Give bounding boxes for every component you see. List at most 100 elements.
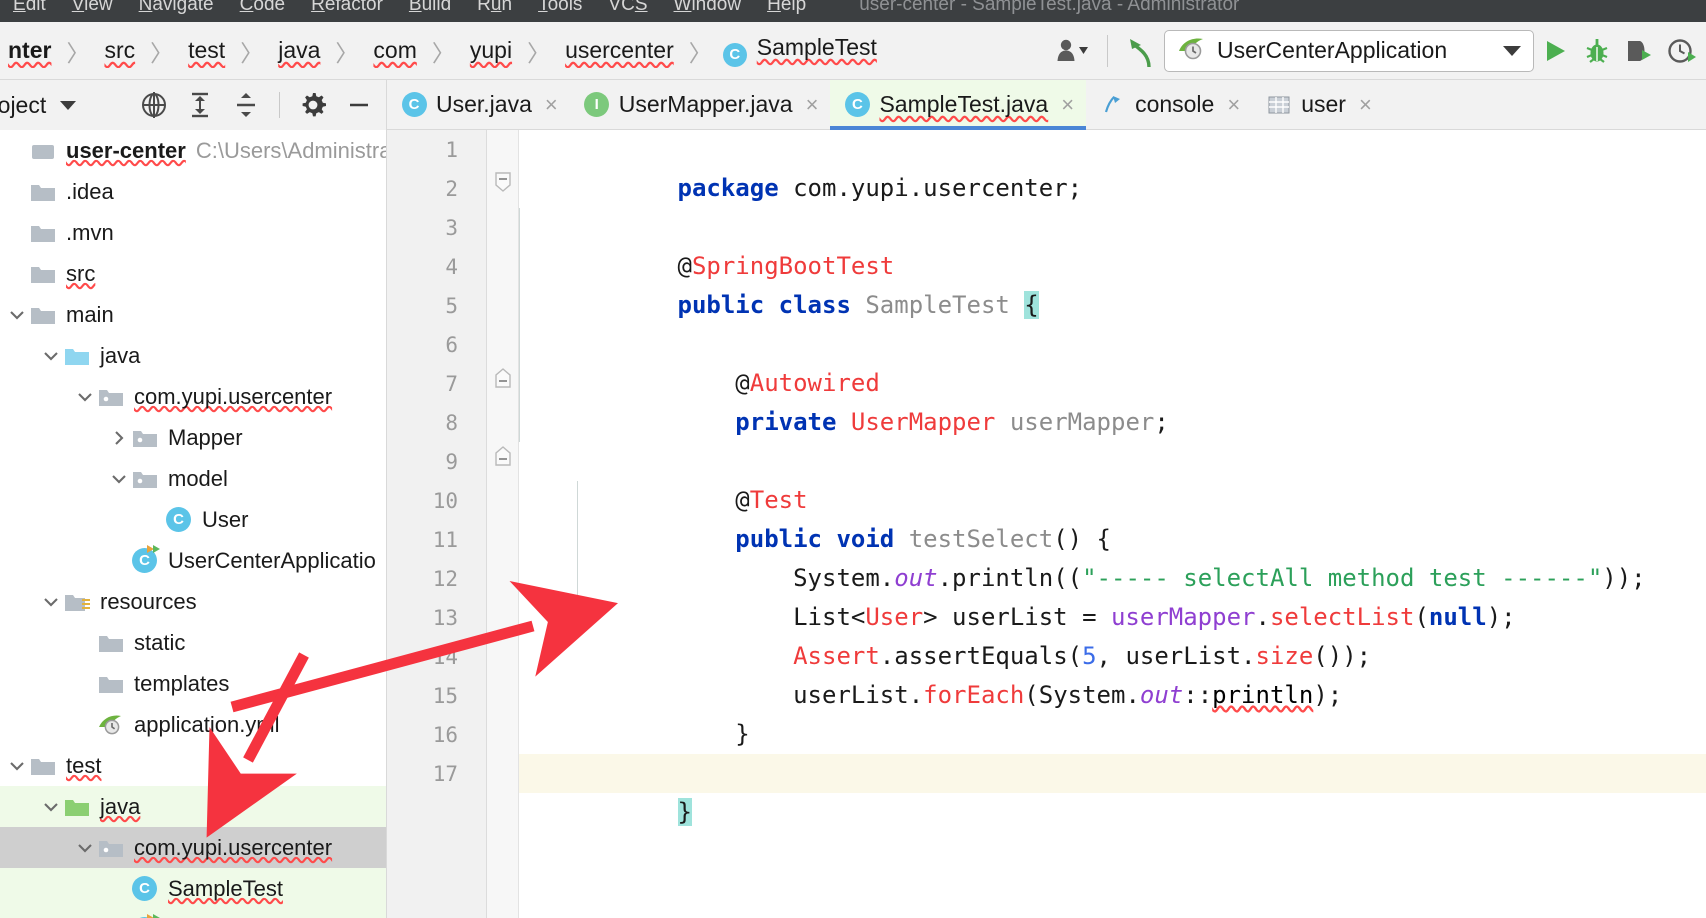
tree-node-src[interactable]: src (0, 253, 386, 294)
tree-node-java[interactable]: java (0, 786, 386, 827)
tree-node-test[interactable]: test (0, 745, 386, 786)
editor-tab-bar[interactable]: C User.java × I UserMapper.java × C SampleTest.… (386, 80, 1706, 130)
package-icon (98, 384, 126, 410)
run-triangle-icon[interactable] (1534, 30, 1576, 72)
menu-view[interactable]: View (59, 0, 126, 22)
code-line-9[interactable]: @Test (533, 442, 807, 514)
tree-node-application-yml[interactable]: application.yml (0, 704, 386, 745)
locate-target-icon[interactable] (133, 84, 175, 126)
settings-gear-icon[interactable] (292, 84, 334, 126)
tree-node--idea[interactable]: .idea (0, 171, 386, 212)
chevron-down-icon[interactable] (38, 794, 64, 820)
tree-node-com-yupi-usercenter[interactable]: com.yupi.usercenter (0, 376, 386, 417)
code-line-12[interactable]: List<User> userList = userMapper.selectL… (533, 559, 1516, 631)
close-icon[interactable]: × (1057, 93, 1074, 116)
editor-tab-console[interactable]: console × (1086, 80, 1252, 129)
project-tool-title[interactable]: roject (0, 92, 46, 119)
line-number: 15 (432, 684, 458, 708)
code-line-6[interactable]: @Autowired (533, 325, 880, 397)
tree-node-usercenterapplicatio[interactable]: CUserCenterApplicatio (0, 909, 386, 918)
chevron-down-icon[interactable] (72, 384, 98, 410)
breadcrumb-item-com[interactable]: com (365, 37, 424, 64)
tree-node-model[interactable]: model (0, 458, 386, 499)
tree-node-static[interactable]: static (0, 622, 386, 663)
code-editor[interactable]: 1 2 3 4 5 6 7 8 9 10 11 12 13 14 15 16 17 (386, 130, 1706, 918)
breadcrumb-item-src[interactable]: src (96, 37, 143, 64)
breadcrumb-item-yupi[interactable]: yupi (462, 37, 520, 64)
hide-minus-icon[interactable] (338, 84, 380, 126)
code-line-3[interactable]: @SpringBootTest (533, 208, 895, 280)
breadcrumb-item-java[interactable]: java (270, 37, 328, 64)
tree-node-sampletest[interactable]: C SampleTest (0, 868, 386, 909)
chevron-down-icon[interactable] (4, 753, 30, 779)
code-content[interactable]: package com.yupi.usercenter; @SpringBoot… (519, 130, 1706, 918)
run-with-coverage-icon[interactable] (1618, 30, 1660, 72)
menu-code[interactable]: Code (227, 0, 298, 22)
code-line-7[interactable]: private UserMapper userMapper; (533, 364, 1169, 436)
close-icon[interactable]: × (802, 93, 819, 116)
code-line-4[interactable]: public class SampleTest { (533, 247, 1039, 319)
chevron-down-icon[interactable] (106, 466, 132, 492)
tree-node-mapper[interactable]: Mapper (0, 417, 386, 458)
menu-edit[interactable]: Edit (0, 0, 59, 22)
menu-help[interactable]: Help (754, 0, 819, 22)
tree-node-user-center[interactable]: user-center C:\Users\Administrator\ (0, 130, 386, 171)
editor-tab-sampletest-java[interactable]: C SampleTest.java × (830, 80, 1087, 130)
breadcrumb-item-nter[interactable]: nter (0, 37, 59, 64)
debug-bug-icon[interactable] (1576, 30, 1618, 72)
chevron-down-icon[interactable] (4, 302, 30, 328)
fold-marker-end-icon[interactable] (494, 367, 512, 389)
tree-node-user[interactable]: C User (0, 499, 386, 540)
fold-marker-expanded-icon[interactable] (494, 171, 512, 193)
expand-all-icon[interactable] (179, 84, 221, 126)
editor-tab-usermapper-java[interactable]: I UserMapper.java × (570, 80, 831, 129)
code-line-11[interactable]: System.out.println(("----- selectAll met… (533, 520, 1646, 592)
tree-node-main[interactable]: main (0, 294, 386, 335)
run-configuration-selector[interactable]: UserCenterApplication (1164, 29, 1534, 72)
profiler-clock-icon[interactable] (1660, 30, 1702, 72)
menu-window[interactable]: Window (661, 0, 755, 22)
revert-arrow-icon[interactable] (1122, 30, 1164, 72)
menu-navigate[interactable]: Navigate (126, 0, 227, 22)
code-folding-column[interactable] (487, 130, 519, 918)
chevron-down-icon[interactable] (38, 343, 64, 369)
menu-run[interactable]: Run (464, 0, 525, 22)
collapse-all-icon[interactable] (225, 84, 267, 126)
menu-refactor[interactable]: Refactor (298, 0, 396, 22)
menu-build[interactable]: Build (396, 0, 464, 22)
code-line-1[interactable]: package com.yupi.usercenter; (533, 130, 1083, 202)
editor-tab-label: SampleTest.java (879, 91, 1049, 117)
class-icon: C (166, 507, 194, 533)
close-icon[interactable]: × (1355, 93, 1372, 116)
tree-node-resources[interactable]: resources (0, 581, 386, 622)
menu-vcs[interactable]: VCS (595, 0, 660, 22)
chevron-right-icon[interactable] (106, 425, 132, 451)
code-line-14[interactable]: userList.forEach(System.out::println); (533, 637, 1342, 709)
fold-marker-class-end-icon[interactable] (494, 445, 512, 467)
breadcrumb[interactable]: nter 〉 src 〉 test 〉 java 〉 com 〉 yupi 〉 usercenter 〉 C… (0, 34, 885, 68)
user-dropdown-icon[interactable] (1051, 30, 1093, 72)
menu-tools[interactable]: Tools (525, 0, 595, 22)
tree-node-usercenterapplicatio[interactable]: CUserCenterApplicatio (0, 540, 386, 581)
breadcrumb-item-usercenter[interactable]: usercenter (557, 37, 682, 64)
close-icon[interactable]: × (1223, 93, 1240, 116)
code-line-10[interactable]: public void testSelect() { (533, 481, 1111, 553)
code-line-15[interactable]: } (533, 676, 749, 748)
close-icon[interactable]: × (541, 93, 558, 116)
chevron-down-icon[interactable] (60, 100, 77, 110)
tree-node--mvn[interactable]: .mvn (0, 212, 386, 253)
breadcrumb-item-sampletest[interactable]: C SampleTest (719, 34, 885, 67)
tree-node-java[interactable]: java (0, 335, 386, 376)
project-tree[interactable]: user-center C:\Users\Administrator\ .idea.… (0, 130, 386, 918)
tree-node-com-yupi-usercenter[interactable]: com.yupi.usercenter (0, 827, 386, 868)
code-line-13[interactable]: Assert.assertEquals(5, userList.size()); (533, 598, 1371, 670)
editor-tab-user[interactable]: user × (1252, 80, 1384, 129)
breadcrumb-item-test[interactable]: test (180, 37, 233, 64)
editor-tab-user-java[interactable]: C User.java × (387, 80, 570, 129)
tree-node-templates[interactable]: templates (0, 663, 386, 704)
tree-node-label: test (66, 752, 102, 778)
chevron-down-icon[interactable] (38, 589, 64, 615)
chevron-down-icon[interactable] (72, 835, 98, 861)
code-line-17[interactable]: } (533, 754, 692, 826)
